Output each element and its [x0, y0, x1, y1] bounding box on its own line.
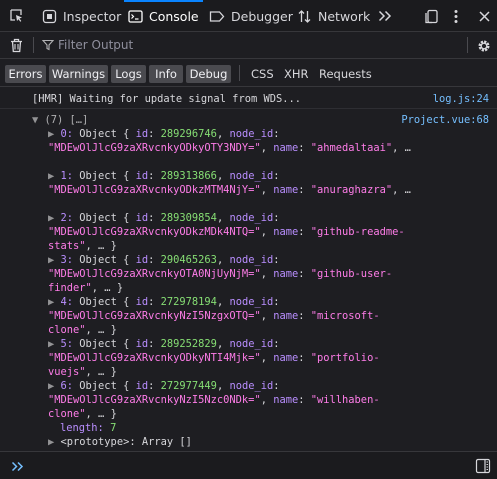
more-tabs-chevron-icon[interactable] [376, 7, 394, 25]
inspector-icon [42, 9, 57, 23]
collapsed-triangle-icon[interactable]: ▶ [48, 338, 61, 350]
filter-requests-button[interactable]: Requests [319, 65, 372, 83]
console-input-bar [0, 451, 497, 479]
array-prototype[interactable]: ▶ <prototype>: Array [] [48, 435, 192, 449]
network-icon [298, 9, 311, 23]
filter-icon [41, 38, 55, 52]
filter-output-input[interactable] [58, 32, 458, 58]
console-message-hmr: [HMR] Waiting for update signal from WDS… [0, 88, 497, 109]
tab-debugger[interactable]: Debugger [209, 0, 293, 32]
console-filter-bar [0, 32, 497, 59]
filter-xhr-button[interactable]: XHR [284, 65, 309, 83]
filter-debug-button[interactable]: Debug [186, 65, 231, 83]
console-output: [HMR] Waiting for update signal from WDS… [0, 88, 497, 451]
message-source-link[interactable]: Project.vue:68 [401, 113, 489, 127]
console-message-text: [HMR] Waiting for update signal from WDS… [32, 93, 301, 105]
prompt-chevron-icon[interactable] [8, 458, 26, 474]
tab-network[interactable]: Network [297, 0, 370, 32]
collapsed-triangle-icon[interactable]: ▶ [48, 254, 61, 266]
editor-mode-icon[interactable] [473, 457, 493, 475]
array-header[interactable]: ▼ (7) […] [32, 113, 88, 127]
toolbar-divider [33, 37, 34, 53]
filter-css-button[interactable]: CSS [251, 65, 274, 83]
more-options-icon[interactable] [446, 7, 466, 25]
collapsed-triangle-icon[interactable]: ▶ [48, 380, 61, 392]
collapsed-triangle-icon[interactable]: ▶ [48, 436, 61, 448]
message-source-link[interactable]: log.js:24 [433, 92, 489, 106]
devtools-tabbar: Inspector Console Debugger Network [0, 0, 497, 32]
array-length: length: 7 [60, 422, 117, 434]
collapsed-triangle-icon[interactable]: ▶ [48, 212, 61, 224]
tab-inspector[interactable]: Inspector [42, 0, 121, 32]
tab-console[interactable]: Console [124, 0, 203, 32]
element-picker-icon[interactable] [6, 6, 26, 26]
toolbar-divider [467, 37, 468, 53]
collapsed-triangle-icon[interactable]: ▶ [48, 170, 61, 182]
filter-logs-button[interactable]: Logs [111, 65, 146, 83]
collapsed-triangle-icon[interactable]: ▶ [48, 128, 61, 140]
toolbar-divider [239, 65, 240, 81]
debugger-icon [209, 10, 225, 22]
collapsed-triangle-icon[interactable]: ▶ [48, 296, 61, 308]
filter-warnings-button[interactable]: Warnings [49, 65, 108, 83]
tab-inspector-label: Inspector [63, 8, 122, 24]
console-message-array: ▼ (7) […] Project.vue:68 ▶ 0: Object { i… [32, 113, 489, 449]
tab-network-label: Network [318, 8, 371, 24]
settings-gear-icon[interactable] [474, 36, 493, 55]
filter-errors-button[interactable]: Errors [5, 65, 46, 83]
console-icon [128, 9, 143, 23]
close-icon[interactable] [475, 7, 493, 25]
filter-info-button[interactable]: Info [149, 65, 183, 83]
expand-triangle-icon[interactable]: ▼ [32, 114, 45, 126]
trash-icon[interactable] [7, 36, 25, 54]
console-level-filters: Errors Warnings Logs Info Debug CSS XHR … [0, 60, 497, 87]
tab-debugger-label: Debugger [231, 8, 293, 24]
dock-side-icon[interactable] [421, 7, 441, 25]
tab-console-label: Console [149, 8, 199, 24]
